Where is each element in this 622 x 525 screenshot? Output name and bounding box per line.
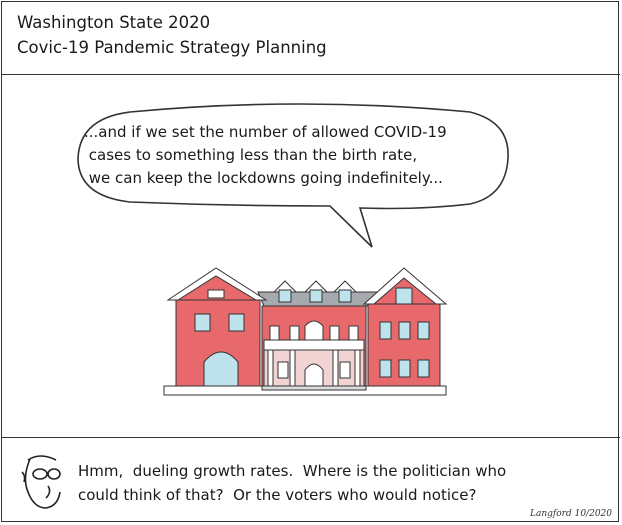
- illustration-layer: [21, 103, 509, 509]
- speech-bubble-text: ...and if we set the number of allowed C…: [84, 123, 447, 187]
- cartoonist-face-icon: [21, 455, 61, 509]
- caption-text: Hmm, dueling growth rates. Where is the …: [78, 462, 507, 504]
- artist-signature: Langford 10/2020: [530, 509, 612, 519]
- mansion-icon: [163, 267, 448, 396]
